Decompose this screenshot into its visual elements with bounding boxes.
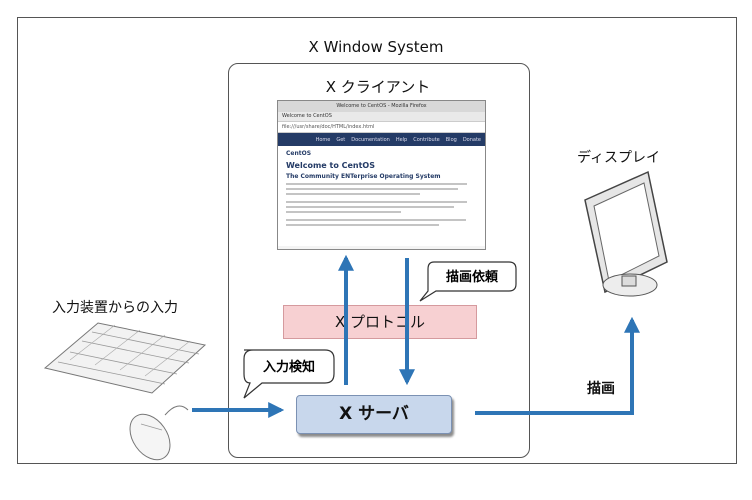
browser-window: Welcome to CentOS - Mozilla Firefox Welc… [277, 100, 486, 250]
client-title: X クライアント [325, 78, 431, 96]
text-line [286, 219, 466, 221]
browser-title-bar: Welcome to CentOS - Mozilla Firefox [278, 101, 485, 112]
text-line [286, 224, 439, 226]
nav-item: Donate [462, 136, 481, 143]
draw-label: 描画 [587, 381, 615, 397]
browser-content: CentOS Welcome to CentOS The Community E… [278, 146, 485, 246]
protocol-box: X プロトコル [283, 305, 477, 339]
text-line [286, 193, 420, 195]
nav-item: Blog [445, 136, 457, 143]
page-heading: Welcome to CentOS [286, 161, 375, 170]
text-line [286, 188, 458, 190]
system-title: X Window System [308, 38, 444, 56]
text-line [286, 211, 401, 213]
text-line [286, 183, 468, 185]
centos-logo: CentOS [286, 150, 312, 157]
nav-item: Get [336, 136, 346, 143]
browser-tab: Welcome to CentOS [278, 112, 485, 122]
nav-item: Documentation [351, 136, 390, 143]
nav-item: Home [315, 136, 331, 143]
input-label: 入力装置からの入力 [52, 300, 178, 316]
page-subheading: The Community ENTerprise Operating Syste… [286, 173, 441, 180]
server-box: X サーバ [296, 395, 452, 434]
text-line [286, 206, 455, 208]
nav-item: Contribute [413, 136, 440, 143]
display-label: ディスプレイ [577, 150, 661, 166]
browser-nav: Home Get Documentation Help Contribute B… [278, 133, 485, 146]
nav-item: Help [395, 136, 408, 143]
text-line [286, 201, 468, 203]
browser-url-bar: file:///usr/share/doc/HTML/index.html [278, 122, 485, 133]
